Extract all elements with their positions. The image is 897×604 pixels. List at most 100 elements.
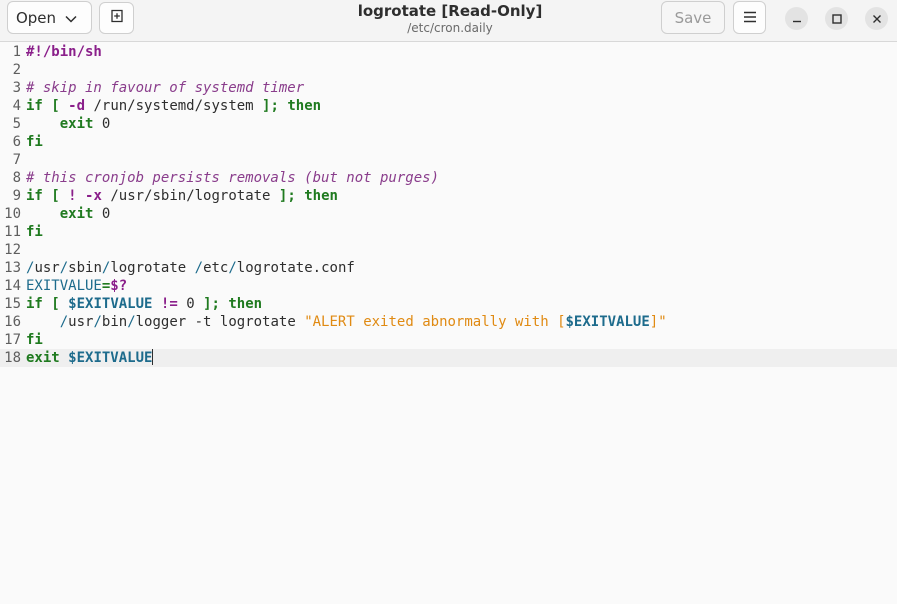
code-token: exit <box>26 350 60 366</box>
code-token: $EXITVALUE <box>68 350 153 366</box>
code-text: fi <box>26 133 43 151</box>
line-number: 13 <box>4 260 21 276</box>
header-bar: Open logrotate [Read-Only] /etc/cron.dai… <box>0 0 897 42</box>
menu-button[interactable] <box>733 1 766 34</box>
code-line[interactable]: 1 #!/bin/sh <box>0 43 897 61</box>
code-line[interactable]: 11 fi <box>0 223 897 241</box>
line-number: 14 <box>4 278 21 294</box>
code-token: #!/bin/sh <box>26 44 102 60</box>
code-token: [ <box>51 98 60 114</box>
code-line[interactable]: 14 EXITVALUE=$? <box>0 277 897 295</box>
code-token: fi <box>26 224 43 240</box>
close-button[interactable] <box>865 7 888 30</box>
code-line[interactable]: 9 if [ ! -x /usr/sbin/logrotate ]; then <box>0 187 897 205</box>
code-token: 0 <box>177 296 204 312</box>
code-token: logrotate <box>110 260 195 276</box>
code-token: usr <box>68 314 94 330</box>
save-button[interactable]: Save <box>661 1 725 34</box>
open-button-label: Open <box>15 8 57 27</box>
text-editor[interactable]: 1 #!/bin/sh 2 3 # skip in favour of systemd … <box>0 42 897 604</box>
code-token: $EXITVALUE <box>68 296 153 312</box>
code-line[interactable]: 16 /usr/bin/logger -t logrotate "ALERT e… <box>0 313 897 331</box>
code-line[interactable]: 17 fi <box>0 331 897 349</box>
code-line[interactable]: 8 # this cronjob persists removals (but n… <box>0 169 897 187</box>
code-token: ]; <box>262 98 279 114</box>
line-number: 16 <box>4 314 21 330</box>
window-title: logrotate [Read-Only] <box>357 2 543 20</box>
code-token: then <box>287 98 322 114</box>
code-token: ! <box>68 188 77 204</box>
hamburger-menu-icon <box>743 9 757 27</box>
chevron-down-icon <box>65 9 77 27</box>
line-number: 12 <box>4 242 21 258</box>
code-token: "ALERT exited abnormally with [ <box>304 314 566 330</box>
code-token: 0 <box>93 116 111 132</box>
code-token: fi <box>26 134 43 150</box>
line-number: 6 <box>12 134 21 150</box>
code-text: if [ -d /run/systemd/system ]; then <box>26 97 321 115</box>
code-line[interactable]: 18 exit $EXITVALUE <box>0 349 897 367</box>
code-text: fi <box>26 331 43 349</box>
code-text: /usr/sbin/logrotate /etc/logrotate.conf <box>26 259 355 277</box>
code-token: # this cronjob persists removals (but no… <box>26 170 440 186</box>
line-number: 1 <box>12 44 21 60</box>
code-token: / <box>59 260 69 276</box>
code-token: -d <box>68 98 86 114</box>
code-line[interactable]: 2 <box>0 61 897 79</box>
new-tab-button[interactable] <box>99 2 134 34</box>
code-line[interactable]: 15 if [ $EXITVALUE != 0 ]; then <box>0 295 897 313</box>
code-line[interactable]: 3 # skip in favour of systemd timer <box>0 79 897 97</box>
code-text: if [ ! -x /usr/sbin/logrotate ]; then <box>26 187 338 205</box>
code-token: ]; <box>203 296 220 312</box>
open-button[interactable]: Open <box>7 1 92 34</box>
code-line[interactable]: 7 <box>0 151 897 169</box>
code-token: [ <box>51 296 60 312</box>
code-line[interactable]: 10 exit 0 <box>0 205 897 223</box>
code-token: / <box>59 314 69 330</box>
code-token: 0 <box>93 206 111 222</box>
code-text: # skip in favour of systemd timer <box>26 79 304 97</box>
line-number: 11 <box>4 224 21 240</box>
code-token: / <box>228 260 237 276</box>
code-token: then <box>304 188 338 204</box>
code-text: if [ $EXITVALUE != 0 ]; then <box>26 295 262 313</box>
code-token: != <box>160 296 178 312</box>
code-line[interactable]: 13/usr/sbin/logrotate /etc/logrotate.con… <box>0 259 897 277</box>
line-number: 10 <box>4 206 21 222</box>
code-text: exit $EXITVALUE <box>26 349 154 367</box>
new-tab-icon <box>109 8 125 28</box>
code-token: fi <box>26 332 43 348</box>
code-token: exit <box>59 206 94 222</box>
code-token: / <box>127 314 136 330</box>
minimize-button[interactable] <box>785 7 808 30</box>
code-token: logrotate.conf <box>236 260 355 276</box>
code-token: if <box>26 188 43 204</box>
code-token: # skip in favour of systemd timer <box>26 80 305 96</box>
code-token: [ <box>51 188 60 204</box>
close-icon <box>872 9 882 28</box>
code-line[interactable]: 12 <box>0 241 897 259</box>
line-number: 7 <box>12 152 21 168</box>
code-token: sbin <box>68 260 102 276</box>
line-number: 2 <box>12 62 21 78</box>
code-line[interactable]: 5 exit 0 <box>0 115 897 133</box>
code-token: / <box>194 260 204 276</box>
maximize-button[interactable] <box>825 7 848 30</box>
code-line[interactable]: 6 fi <box>0 133 897 151</box>
code-text: exit 0 <box>26 115 111 133</box>
text-cursor <box>152 349 154 365</box>
code-token: /usr/sbin/logrotate <box>101 188 279 204</box>
code-token: / <box>93 314 102 330</box>
code-token: if <box>26 98 43 114</box>
code-line[interactable]: 4 if [ -d /run/systemd/system ]; then <box>0 97 897 115</box>
code-text: exit 0 <box>26 205 111 223</box>
code-token: exit <box>59 116 94 132</box>
